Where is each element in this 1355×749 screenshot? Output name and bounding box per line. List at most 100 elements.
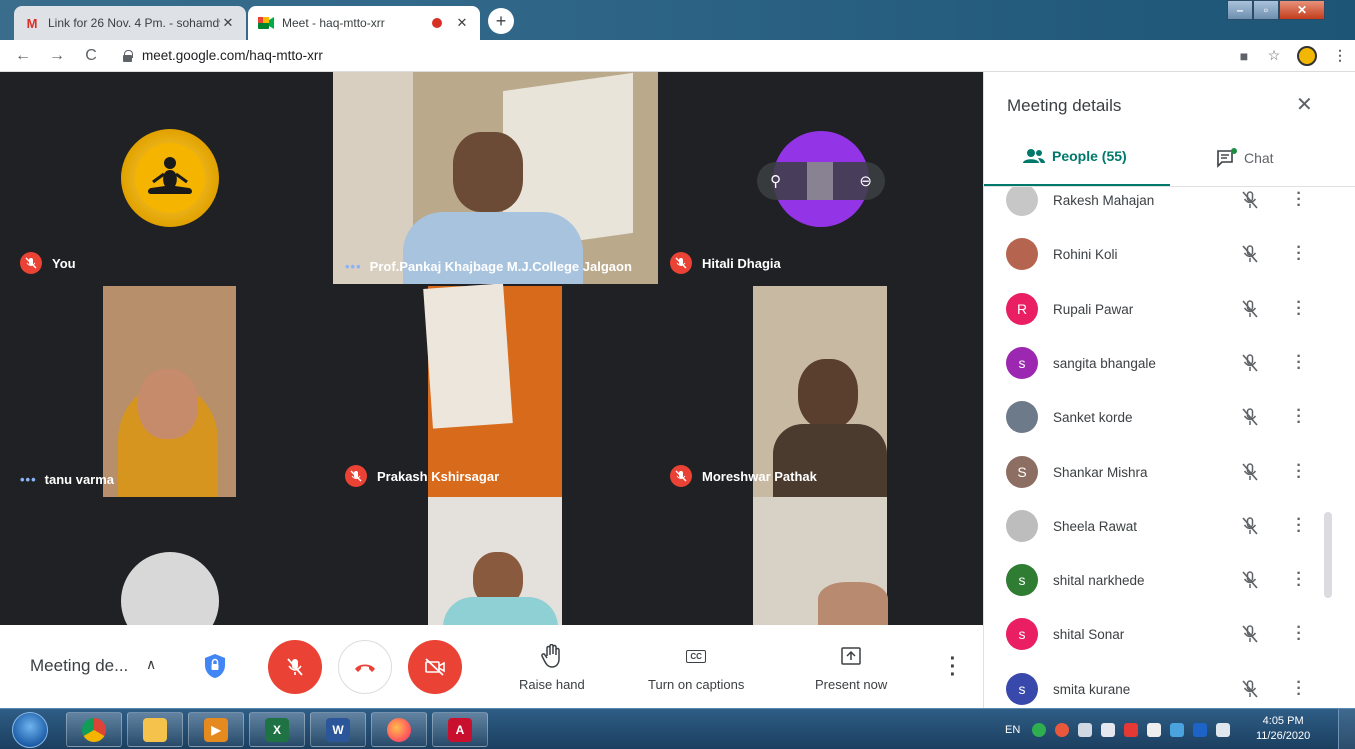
taskbar-chrome[interactable] (66, 712, 122, 747)
taskbar-excel[interactable]: X (249, 712, 305, 747)
list-item[interactable]: S Shankar Mishra · · · (984, 445, 1324, 499)
speaking-indicator-icon: ••• (345, 259, 362, 274)
url-text: meet.google.com/haq-mtto-xrr (142, 48, 323, 63)
taskbar-clock[interactable]: 4:05 PM 11/26/2020 (1256, 714, 1310, 744)
close-tab-icon[interactable]: ✕ (454, 15, 470, 31)
meet-control-bar: Meeting de... ∧ Raise hand CC Turn on ca… (0, 625, 983, 708)
list-item[interactable]: Sanket korde · · · (984, 390, 1324, 444)
url-field[interactable]: meet.google.com/haq-mtto-xrr (122, 48, 1229, 63)
taskbar-explorer[interactable] (127, 712, 183, 747)
clock-date: 11/26/2020 (1256, 730, 1311, 742)
devices-icon[interactable] (1101, 722, 1116, 737)
meet-video-grid: You ••• Prof.Pankaj Khajbage M.J.College… (0, 72, 983, 708)
security-icon[interactable] (1032, 722, 1047, 737)
chrome-menu-icon[interactable]: ⋮ (1325, 47, 1355, 64)
network-icon[interactable] (1170, 722, 1185, 737)
chevron-up-icon[interactable]: ∧ (146, 656, 156, 673)
participant-name: Rupali Pawar (1053, 301, 1134, 317)
participant-tile[interactable]: You (8, 72, 333, 284)
user-avatar (121, 129, 219, 227)
more-options-icon[interactable]: · · · (1296, 295, 1302, 323)
participant-tile[interactable]: ••• Prof.Pankaj Khajbage M.J.College Jal… (333, 72, 658, 284)
close-tab-icon[interactable]: ✕ (220, 15, 236, 31)
bookmark-star-icon[interactable]: ☆ (1259, 47, 1289, 64)
tab-gmail[interactable]: M Link for 26 Nov. 4 Pm. - sohamdy ✕ (14, 6, 246, 40)
taskbar-media-player[interactable]: ▶ (188, 712, 244, 747)
participant-name-tag: You (20, 252, 76, 274)
participant-tile[interactable]: Moreshwar Pathak (658, 284, 983, 497)
volume-icon[interactable] (1216, 722, 1231, 737)
more-options-icon[interactable]: · · · (1296, 620, 1302, 648)
tab-people[interactable]: People (55) (1022, 148, 1127, 164)
camera-icon[interactable]: ■ (1229, 48, 1259, 64)
profile-avatar[interactable] (1297, 45, 1317, 66)
more-options-icon[interactable]: · · · (1296, 566, 1302, 594)
taskbar-firefox[interactable] (371, 712, 427, 747)
close-panel-icon[interactable]: ✕ (1296, 92, 1313, 117)
list-item[interactable]: R Rupali Pawar · · · (984, 282, 1324, 336)
mic-off-icon (1242, 354, 1258, 372)
tab-meet[interactable]: Meet - haq-mtto-xrr ✕ (248, 6, 480, 40)
participant-tile[interactable] (658, 497, 983, 625)
language-indicator[interactable]: EN (1005, 724, 1020, 736)
host-controls-shield-icon[interactable] (203, 653, 227, 679)
firefox-icon (387, 717, 411, 742)
maximize-button[interactable]: ▫ (1253, 0, 1279, 20)
more-options-icon[interactable]: · · · (1296, 349, 1302, 377)
list-item[interactable]: s shital Sonar · · · (984, 607, 1324, 661)
more-options-icon[interactable]: · · · (1296, 403, 1302, 431)
pin-icon[interactable]: ⚲ (770, 172, 781, 190)
participant-tile[interactable] (8, 497, 333, 625)
meeting-details-button[interactable]: Meeting de... (30, 656, 128, 676)
show-desktop-button[interactable] (1338, 709, 1355, 749)
address-bar: ← → C meet.google.com/haq-mtto-xrr ■ ☆ ⋮ (0, 40, 1355, 72)
reload-icon[interactable]: C (80, 47, 102, 65)
meeting-details-panel: Meeting details ✕ People (55) Chat Rakes… (983, 72, 1355, 708)
forward-icon[interactable]: → (46, 47, 68, 65)
more-options-icon[interactable]: · · · (1296, 458, 1302, 486)
avatar: s (1006, 618, 1038, 650)
mic-toggle-button[interactable] (268, 640, 322, 694)
windows-taskbar: ▶ X W A EN 4:05 PM 11/26/2020 (0, 708, 1355, 749)
more-options-icon[interactable]: · · · (1296, 512, 1302, 540)
participant-tile[interactable]: ••• tanu varma (8, 284, 333, 497)
leave-call-button[interactable] (338, 640, 392, 694)
avatar (1006, 187, 1038, 216)
present-now-button[interactable]: Present now (815, 643, 887, 692)
list-item[interactable]: Sheela Rawat · · · (984, 499, 1324, 553)
record-icon[interactable] (1124, 722, 1139, 737)
remove-participant-icon[interactable]: ⊖ (859, 172, 872, 190)
tab-chat[interactable]: Chat (1216, 148, 1274, 168)
list-item[interactable]: Rakesh Mahajan · · · (984, 187, 1324, 227)
new-tab-button[interactable]: + (488, 8, 514, 34)
participant-tile[interactable]: Prakash Kshirsagar (333, 284, 658, 497)
camera-toggle-button[interactable] (408, 640, 462, 694)
list-item[interactable]: s smita kurane · · · (984, 662, 1324, 708)
list-item[interactable]: Rohini Koli · · · (984, 227, 1324, 281)
close-window-button[interactable]: ✕ (1279, 0, 1325, 20)
participant-tile[interactable] (333, 497, 658, 625)
more-options-icon[interactable]: · · · (1296, 240, 1302, 268)
list-item[interactable]: s shital narkhede · · · (984, 553, 1324, 607)
flag-icon[interactable] (1147, 722, 1162, 737)
more-options-icon[interactable]: · · · (946, 649, 960, 685)
start-button[interactable] (12, 712, 48, 748)
captions-button[interactable]: CC Turn on captions (648, 643, 744, 692)
raise-hand-button[interactable]: Raise hand (519, 643, 585, 692)
back-icon[interactable]: ← (12, 47, 34, 65)
taskbar-word[interactable]: W (310, 712, 366, 747)
antivirus-icon[interactable] (1055, 722, 1070, 737)
participant-name: Shankar Mishra (1053, 464, 1148, 480)
mic-off-icon (1242, 680, 1258, 698)
usb-icon[interactable] (1078, 722, 1093, 737)
taskbar-acrobat[interactable]: A (432, 712, 488, 747)
minimize-button[interactable]: – (1227, 0, 1253, 20)
more-options-icon[interactable]: · · · (1296, 187, 1302, 214)
list-item[interactable]: s sangita bhangale · · · (984, 336, 1324, 390)
hand-icon (541, 644, 560, 668)
mute-participant-icon[interactable] (807, 162, 834, 200)
bluetooth-icon[interactable] (1193, 722, 1208, 737)
more-options-icon[interactable]: · · · (1296, 675, 1302, 703)
acrobat-icon: A (448, 717, 472, 742)
people-list-scrollbar[interactable] (1324, 512, 1332, 598)
